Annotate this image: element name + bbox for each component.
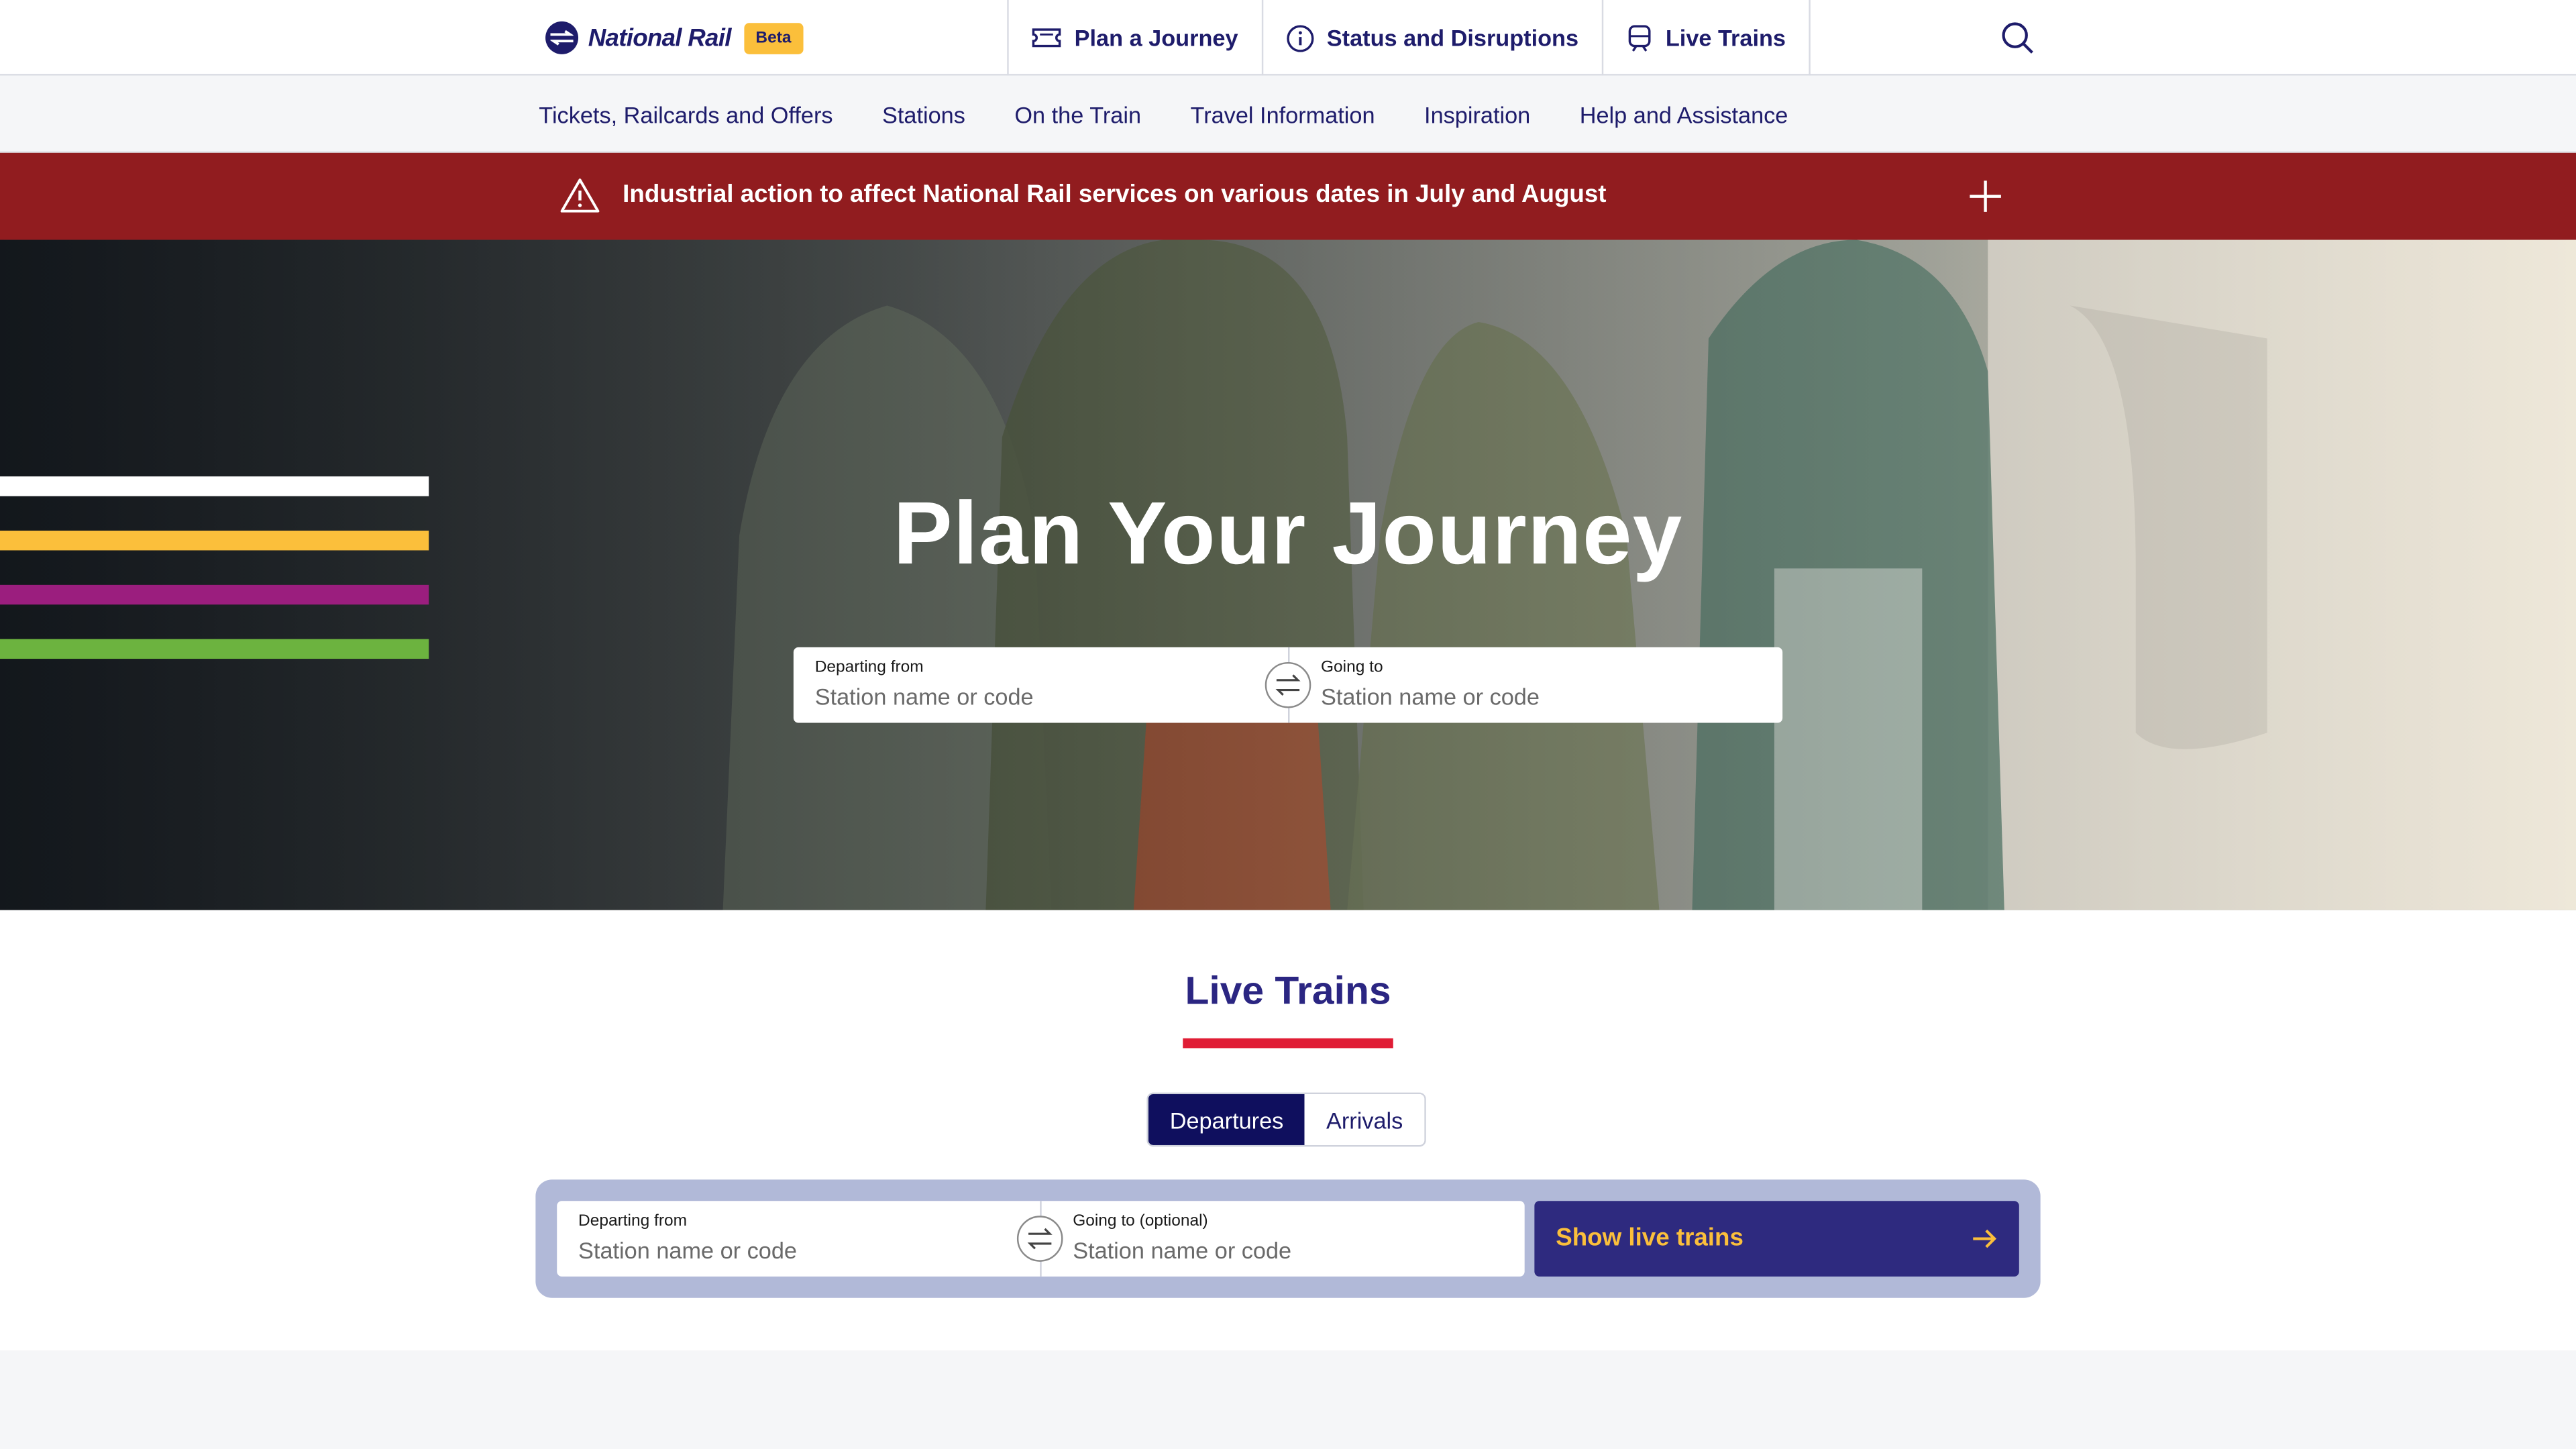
nav-label: Live Trains	[1665, 24, 1786, 51]
button-label: Show live trains	[1556, 1224, 1743, 1252]
live-departing-from-field[interactable]: Departing from Station name or code	[557, 1201, 1040, 1277]
field-label: Departing from	[578, 1212, 688, 1231]
hero-banner: Plan Your Journey Departing from Station…	[0, 239, 2576, 910]
swap-arrows-icon	[1275, 674, 1301, 696]
search-button[interactable]	[1999, 19, 2035, 56]
search-icon	[2002, 22, 2033, 54]
live-departing-from-input[interactable]: Station name or code	[578, 1237, 797, 1263]
subnav-travel-information[interactable]: Travel Information	[1191, 101, 1375, 127]
swap-arrows-icon	[1027, 1228, 1053, 1250]
subnav-stations[interactable]: Stations	[882, 101, 965, 127]
decorative-stripe-purple	[0, 584, 429, 605]
ticket-icon	[1032, 28, 1061, 48]
secondary-nav: Tickets, Railcards and Offers Stations O…	[0, 75, 2576, 153]
live-trains-form: Departing from Station name or code Goin…	[557, 1201, 1525, 1277]
national-rail-symbol-icon	[545, 21, 579, 54]
going-to-field[interactable]: Going to Station name or code	[1299, 647, 1782, 723]
live-trains-tabs: Departures Arrivals	[1146, 1092, 1426, 1147]
departing-from-field[interactable]: Departing from Station name or code	[794, 647, 1288, 723]
field-label: Going to	[1320, 659, 1383, 677]
info-icon	[1286, 24, 1313, 52]
nav-status-and-disruptions[interactable]: Status and Disruptions	[1260, 0, 1602, 76]
field-label: Departing from	[814, 659, 924, 677]
nav-live-trains[interactable]: Live Trains	[1601, 0, 1811, 76]
live-going-to-field[interactable]: Going to (optional) Station name or code	[1051, 1201, 1524, 1277]
live-trains-search-panel: Departing from Station name or code Goin…	[535, 1179, 2041, 1298]
subnav-on-the-train[interactable]: On the Train	[1014, 101, 1141, 127]
show-live-trains-button[interactable]: Show live trains	[1534, 1201, 2019, 1277]
live-going-to-input[interactable]: Station name or code	[1073, 1237, 1291, 1263]
nav-plan-a-journey[interactable]: Plan a Journey	[1007, 0, 1261, 76]
train-icon	[1628, 24, 1651, 51]
decorative-stripe-green	[0, 639, 429, 659]
primary-nav: Plan a Journey Status and Disruptions Li…	[1007, 0, 1811, 76]
subnav-tickets-railcards-offers[interactable]: Tickets, Railcards and Offers	[539, 101, 833, 127]
tab-departures[interactable]: Departures	[1148, 1094, 1305, 1145]
nav-label: Status and Disruptions	[1326, 24, 1579, 51]
logo-text: National Rail	[588, 23, 732, 52]
subnav-help-and-assistance[interactable]: Help and Assistance	[1580, 101, 1788, 127]
live-trains-section: Live Trains Departures Arrivals Departin…	[0, 910, 2576, 1351]
subnav-inspiration[interactable]: Inspiration	[1424, 101, 1530, 127]
beta-badge: Beta	[744, 22, 803, 54]
title-underline	[1183, 1038, 1393, 1049]
national-rail-logo[interactable]: National Rail Beta	[545, 19, 803, 56]
arrow-right-icon	[1973, 1229, 1997, 1248]
plus-icon[interactable]	[1968, 179, 2002, 213]
disruption-alert-banner[interactable]: Industrial action to affect National Rai…	[0, 152, 2576, 240]
tab-arrivals[interactable]: Arrivals	[1305, 1094, 1425, 1145]
section-title: Live Trains	[1185, 969, 1391, 1014]
departing-from-input[interactable]: Station name or code	[815, 684, 1034, 710]
nav-label: Plan a Journey	[1074, 24, 1238, 51]
hero-title: Plan Your Journey	[893, 484, 1683, 584]
top-header: National Rail Beta Plan a Journey Status…	[0, 0, 2576, 76]
warning-icon	[560, 178, 600, 213]
going-to-input[interactable]: Station name or code	[1321, 684, 1540, 710]
field-label: Going to (optional)	[1073, 1212, 1208, 1231]
journey-planner-form: Departing from Station name or code Goin…	[793, 647, 1783, 723]
alert-message: Industrial action to affect National Rai…	[623, 180, 1607, 209]
